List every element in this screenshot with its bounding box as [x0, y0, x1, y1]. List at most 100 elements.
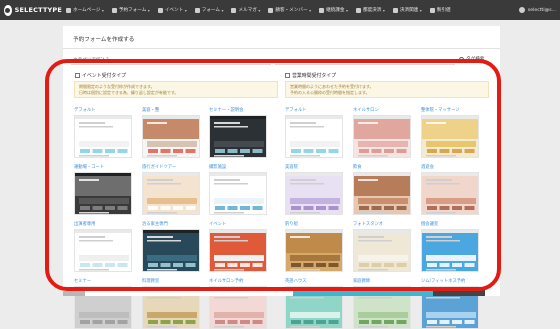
section-title-business-hours: 営業時間受付タイプ: [285, 72, 336, 79]
wallet-icon: [392, 7, 398, 13]
template-label[interactable]: 出演者専用: [74, 221, 95, 227]
chevron-down-icon: ▾: [101, 7, 104, 13]
main-content: 予約フォームを作成する カテゴリで絞込み ▾ タグ検索 イベント受付タイプ 期間…: [63, 26, 500, 329]
user-menu[interactable]: selectti@s...: [518, 0, 556, 20]
tag-search-button[interactable]: タグ検索: [459, 56, 484, 62]
template-thumbnail[interactable]: [74, 115, 132, 158]
card-icon: [355, 7, 361, 13]
nav-label: 予約フォーム: [118, 8, 147, 13]
nav-item-form[interactable]: フォーム ▾: [191, 0, 228, 20]
mail-icon: [231, 7, 237, 13]
chevron-down-icon: ▾: [267, 57, 270, 62]
template-thumbnail[interactable]: [209, 172, 267, 215]
user-icon: [518, 7, 525, 13]
template-label[interactable]: デフォルト: [74, 107, 95, 113]
template-thumbnail[interactable]: [142, 172, 200, 215]
tag-icon: [429, 7, 435, 13]
clock-icon: [285, 73, 290, 78]
partial-thumbnail: [433, 290, 485, 296]
template-label[interactable]: ネイルサロン予約: [209, 278, 243, 284]
nav-item-payment-related[interactable]: 決済関連 ▾: [389, 0, 426, 20]
template-label[interactable]: 旅行ガイドツアー: [142, 164, 176, 170]
template-label[interactable]: 家庭教師: [353, 278, 370, 284]
chevron-down-icon: ▾: [345, 7, 348, 13]
template-thumbnail[interactable]: [421, 115, 479, 158]
template-label[interactable]: 治る家主専門: [142, 221, 168, 227]
tag-search-label: タグ検索: [466, 57, 485, 62]
template-label[interactable]: 釣り船: [285, 221, 298, 227]
category-filter-placeholder: カテゴリで絞込み: [73, 58, 110, 63]
top-navigation-bar: SELECTTYPE ホームページ ▾ 予約フォーム ▾ イベント ▾ フォーム ▾ メ…: [0, 0, 560, 20]
template-label[interactable]: セミナー・説明会: [209, 107, 243, 113]
note-line: 予約の入る公開枠の受付時間を指定します。: [290, 90, 370, 95]
chevron-down-icon: ▾: [147, 7, 150, 13]
bottom-template-strip: [63, 290, 500, 296]
template-label[interactable]: フォトスタジオ: [353, 221, 383, 227]
main-nav: ホームページ ▾ 予約フォーム ▾ イベント ▾ フォーム ▾ メルマガ ▾ 顧客・メンバ…: [62, 0, 455, 20]
nav-item-one-time-payment[interactable]: 都度決済 ▾: [352, 0, 389, 20]
nav-label: イベント: [164, 8, 184, 13]
nav-item-customers[interactable]: 顧客・メンバー ▾: [264, 0, 315, 20]
calendar-icon: [75, 73, 80, 78]
template-label[interactable]: 美容・整: [142, 107, 159, 113]
template-thumbnail[interactable]: [421, 172, 479, 215]
template-thumbnail[interactable]: [142, 115, 200, 158]
chevron-down-icon: ▾: [221, 7, 224, 13]
template-thumbnail[interactable]: [353, 172, 411, 215]
user-name: selectti@s...: [527, 7, 556, 13]
template-thumbnail[interactable]: [353, 229, 411, 272]
nav-label: ホームページ: [73, 8, 101, 13]
template-label[interactable]: 整体院・マッサージ: [421, 107, 460, 113]
template-thumbnail[interactable]: [285, 229, 343, 272]
template-label[interactable]: 料理教室: [142, 278, 159, 284]
template-label[interactable]: 英語ハウス: [285, 278, 306, 284]
app-name: SELECTTYPE: [14, 6, 62, 14]
template-label[interactable]: 運動場・コート: [74, 164, 104, 170]
event-icon: [157, 7, 163, 13]
nav-item-mailmagazine[interactable]: メルマガ ▾: [227, 0, 264, 20]
template-thumbnail[interactable]: [285, 115, 343, 158]
template-label[interactable]: 撮影施設: [209, 164, 226, 170]
form-icon: [194, 7, 200, 13]
section-note-business-hours: 営業時間のようにあわせた予約を受付けます。 予約の入る公開枠の受付時間を指定しま…: [285, 81, 489, 98]
users-icon: [268, 7, 274, 13]
divider: [63, 48, 500, 49]
template-thumbnail[interactable]: [74, 229, 132, 272]
template-label[interactable]: ジム/フィットネス予約: [421, 278, 465, 284]
app-logo[interactable]: SELECTTYPE: [0, 4, 62, 16]
search-icon: [459, 56, 464, 62]
template-label[interactable]: 個会議室: [421, 221, 438, 227]
template-thumbnail[interactable]: [353, 115, 411, 158]
template-label[interactable]: デフォルト: [285, 107, 306, 113]
template-thumbnail[interactable]: [209, 229, 267, 272]
nav-item-coupon[interactable]: 製引値: [426, 0, 455, 20]
partial-thumbnail: [293, 290, 433, 296]
template-thumbnail[interactable]: [74, 172, 132, 215]
template-thumbnail[interactable]: [421, 229, 479, 272]
section-title-text: 営業時間受付タイプ: [292, 73, 337, 79]
template-label[interactable]: イベント: [209, 221, 226, 227]
partial-thumbnail: [63, 291, 85, 296]
nav-item-home[interactable]: ホームページ ▾: [62, 0, 108, 20]
home-icon: [66, 7, 71, 13]
page-title: 予約フォームを作成する: [73, 37, 135, 43]
nav-item-reservation-form[interactable]: 予約フォーム ▾: [108, 0, 154, 20]
template-thumbnail[interactable]: [285, 172, 343, 215]
category-filter-select[interactable]: カテゴリで絞込み ▾: [71, 56, 271, 65]
chevron-down-icon: ▾: [309, 7, 312, 13]
tag-search-input[interactable]: [275, 56, 455, 65]
template-thumbnail[interactable]: [209, 115, 267, 158]
nav-item-subscription[interactable]: 継続課金 ▾: [315, 0, 352, 20]
template-label[interactable]: 酒遊会: [421, 164, 434, 170]
chevron-down-icon: ▾: [184, 7, 187, 13]
template-label[interactable]: ネイルサロン: [353, 107, 379, 113]
note-line: 日時は個別に設定できる為、繰り返し設定が有能です。: [79, 90, 179, 95]
chevron-down-icon: ▾: [258, 7, 261, 13]
nav-label: 都度決済: [362, 8, 382, 13]
chevron-down-icon: ▾: [382, 7, 385, 13]
nav-item-event[interactable]: イベント ▾: [154, 0, 191, 20]
template-label[interactable]: 飲食: [353, 164, 362, 170]
template-thumbnail[interactable]: [142, 229, 200, 272]
template-label[interactable]: セミナー: [74, 278, 91, 284]
template-label[interactable]: 美容院: [285, 164, 298, 170]
